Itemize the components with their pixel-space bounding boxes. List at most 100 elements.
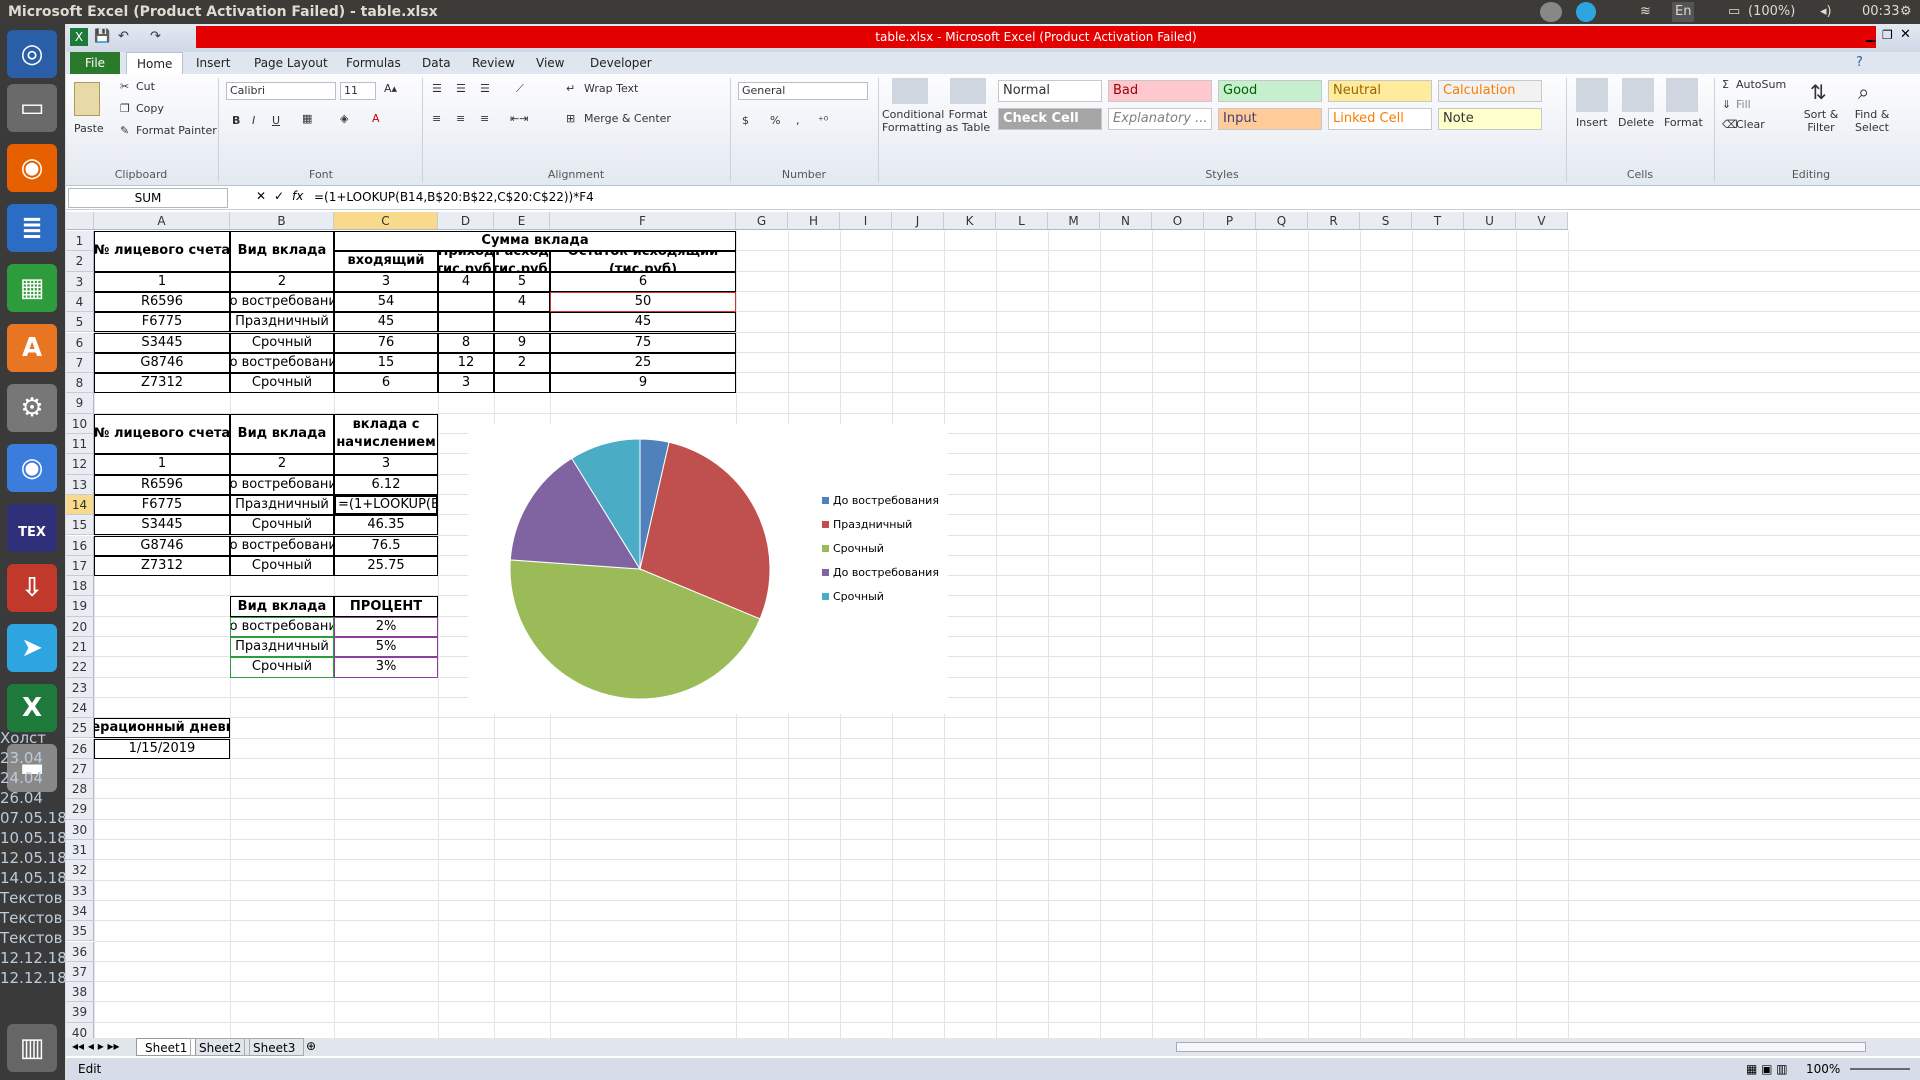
- currency-icon[interactable]: $: [742, 114, 749, 127]
- tab-file[interactable]: File: [70, 52, 120, 74]
- row-header[interactable]: 1: [66, 231, 94, 252]
- column-header[interactable]: K: [944, 212, 996, 230]
- format-as-table-button[interactable]: Format as Table: [942, 108, 994, 134]
- borders-icon[interactable]: ▦: [302, 112, 312, 125]
- battery-icon[interactable]: ▭: [1728, 0, 1740, 24]
- font-name-select[interactable]: Calibri: [226, 82, 336, 100]
- format-painter-icon[interactable]: ✎: [120, 124, 129, 137]
- paste-button[interactable]: Paste: [74, 122, 104, 135]
- column-header[interactable]: D: [438, 212, 494, 230]
- writer-icon[interactable]: ≣: [7, 204, 57, 252]
- cell[interactable]: 1: [94, 454, 230, 475]
- sheet-tab-2[interactable]: Sheet2: [190, 1038, 251, 1056]
- column-header[interactable]: O: [1152, 212, 1204, 230]
- cell[interactable]: 45: [550, 312, 736, 333]
- conditional-formatting-button[interactable]: Conditional Formatting: [882, 108, 944, 134]
- column-header[interactable]: P: [1204, 212, 1256, 230]
- tab-page-layout[interactable]: Page Layout: [244, 52, 338, 74]
- installer-icon[interactable]: ⇩: [7, 564, 57, 612]
- row-header[interactable]: 16: [66, 535, 94, 556]
- cell[interactable]: R6596: [94, 291, 230, 313]
- align-left-icon[interactable]: ≡: [432, 112, 441, 125]
- cell[interactable]: Z7312: [94, 373, 230, 394]
- insert-sheet-icon[interactable]: ⊕: [306, 1039, 316, 1053]
- column-header[interactable]: H: [788, 212, 840, 230]
- undo-icon[interactable]: ↶: [118, 29, 129, 44]
- column-header[interactable]: F: [550, 212, 736, 230]
- conditional-formatting-icon[interactable]: [892, 78, 928, 104]
- cell[interactable]: До востребования: [230, 474, 334, 495]
- row-header[interactable]: 6: [66, 332, 94, 353]
- cell[interactable]: F6775: [94, 312, 230, 333]
- row-header[interactable]: 29: [66, 799, 94, 820]
- tab-developer[interactable]: Developer: [580, 52, 662, 74]
- row-header[interactable]: 37: [66, 961, 94, 983]
- row-header[interactable]: 39: [66, 1002, 94, 1023]
- delete-cells-icon[interactable]: [1622, 78, 1654, 112]
- style-input[interactable]: Input: [1218, 108, 1322, 130]
- cell[interactable]: Вид вклада: [230, 231, 334, 272]
- cut-icon[interactable]: ✂: [120, 80, 129, 93]
- cell[interactable]: Срочный: [230, 515, 334, 536]
- cell[interactable]: ПРОЦЕНТ: [334, 596, 438, 617]
- cell[interactable]: Срочный: [230, 332, 334, 353]
- excel-launcher-icon[interactable]: X: [7, 684, 57, 732]
- row-header[interactable]: 18: [66, 576, 94, 597]
- fill-button[interactable]: Fill: [1736, 98, 1751, 111]
- row-header[interactable]: 22: [66, 657, 94, 678]
- align-center-icon[interactable]: ≡: [456, 112, 465, 125]
- pie-chart[interactable]: До востребования Праздничный Срочный До вос…: [468, 423, 948, 714]
- software-center-icon[interactable]: A: [7, 324, 57, 372]
- percent-icon[interactable]: %: [770, 114, 780, 127]
- row-header[interactable]: 3: [66, 271, 94, 292]
- cell[interactable]: 2: [230, 271, 334, 292]
- column-header[interactable]: J: [892, 212, 944, 230]
- cell[interactable]: Z7312: [94, 555, 230, 577]
- row-header[interactable]: 35: [66, 921, 94, 942]
- row-header[interactable]: 10: [66, 413, 94, 434]
- settings-gear-icon[interactable]: ⚙: [1900, 0, 1912, 24]
- view-normal-icon[interactable]: ▦ ▣ ▥: [1746, 1058, 1788, 1080]
- cell[interactable]: 9: [494, 332, 550, 353]
- row-header[interactable]: 33: [66, 880, 94, 901]
- column-header[interactable]: C: [334, 212, 438, 230]
- number-format-select[interactable]: General: [738, 82, 868, 100]
- cell[interactable]: 6.12: [334, 474, 438, 495]
- format-cells-button[interactable]: Format: [1664, 116, 1703, 129]
- cell[interactable]: S3445: [94, 515, 230, 536]
- spreadsheet-grid[interactable]: A B C D E F G H I J K L M N O P Q R S T U V 1 2 3 4 5 6 7 8 9 10 11 12 13 1…: [66, 212, 1920, 1052]
- firefox-icon[interactable]: ◉: [7, 144, 57, 192]
- bold-icon[interactable]: B: [232, 114, 240, 127]
- tab-home[interactable]: Home: [126, 52, 184, 74]
- cell[interactable]: G8746: [94, 352, 230, 374]
- merge-icon[interactable]: ⊞: [566, 112, 575, 125]
- cell[interactable]: Праздничный: [230, 637, 334, 658]
- cell[interactable]: 4: [438, 271, 494, 292]
- format-as-table-icon[interactable]: [950, 78, 986, 104]
- cell[interactable]: [438, 312, 494, 333]
- cell[interactable]: 45: [334, 312, 438, 333]
- row-header[interactable]: 30: [66, 819, 94, 840]
- row-header[interactable]: 21: [66, 637, 94, 658]
- row-header[interactable]: 4: [66, 291, 94, 313]
- row-header[interactable]: 27: [66, 758, 94, 780]
- cell[interactable]: До востребования: [230, 535, 334, 556]
- italic-icon[interactable]: I: [252, 114, 255, 127]
- clock[interactable]: 00:33: [1862, 0, 1899, 24]
- cell[interactable]: [438, 291, 494, 313]
- align-middle-icon[interactable]: ☰: [456, 82, 466, 95]
- cell[interactable]: S3445: [94, 332, 230, 353]
- align-top-icon[interactable]: ☰: [432, 82, 442, 95]
- format-cells-icon[interactable]: [1666, 78, 1698, 112]
- cell[interactable]: Операционный дневник: [94, 718, 230, 739]
- row-header[interactable]: 5: [66, 312, 94, 333]
- style-explanatory[interactable]: Explanatory ...: [1108, 108, 1212, 130]
- column-header[interactable]: L: [996, 212, 1048, 230]
- column-header[interactable]: T: [1412, 212, 1464, 230]
- cut-button[interactable]: Cut: [136, 80, 155, 93]
- row-header[interactable]: 8: [66, 373, 94, 394]
- row-header[interactable]: 9: [66, 393, 94, 414]
- cell[interactable]: 3: [334, 271, 438, 292]
- cell[interactable]: 5%: [334, 637, 438, 658]
- cell[interactable]: 75: [550, 332, 736, 353]
